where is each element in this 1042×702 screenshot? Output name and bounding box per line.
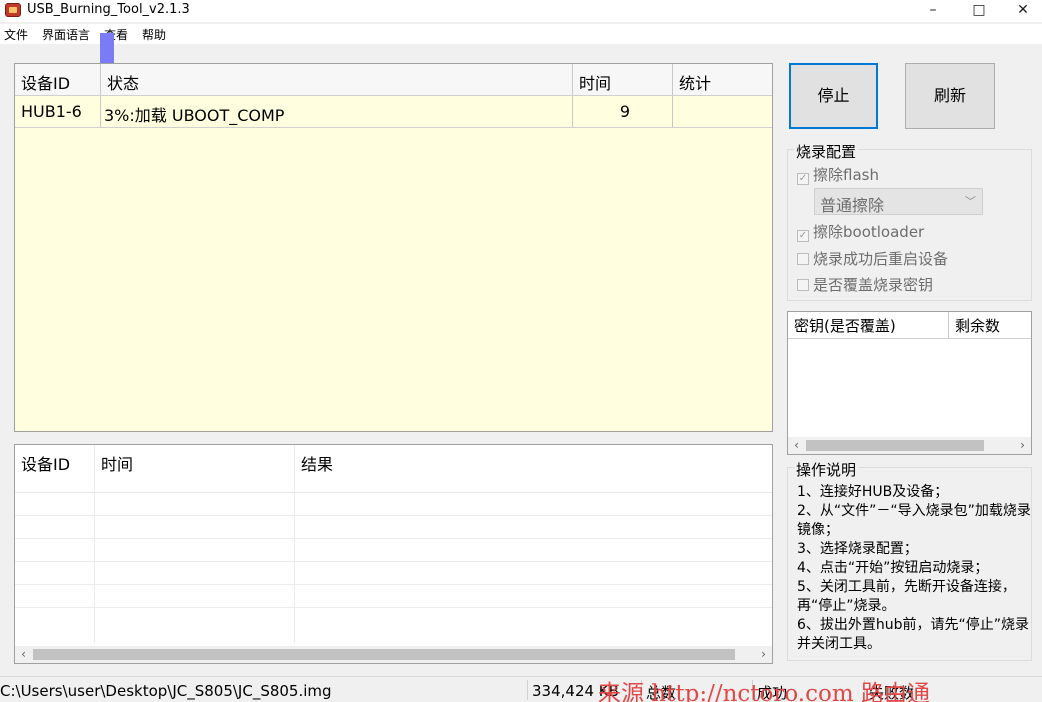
- instruction-line: 2、从“文件”－“导入烧录包”加载烧录镜像；: [797, 503, 1031, 538]
- log-row: [15, 516, 772, 539]
- log-col-device-id[interactable]: 设备ID: [15, 445, 95, 492]
- instructions-text: 1、连接好HUB及设备； 2、从“文件”－“导入烧录包”加载烧录镜像； 3、选择…: [797, 483, 1033, 654]
- checkbox-checked-icon: ✓: [797, 173, 809, 185]
- log-row: [15, 493, 772, 516]
- app-icon: [5, 3, 21, 17]
- log-row: [15, 585, 772, 608]
- minimize-button[interactable]: –: [910, 0, 956, 22]
- instructions-title: 操作说明: [794, 459, 859, 480]
- key-hscrollbar[interactable]: ‹ ›: [788, 437, 1031, 454]
- table-row[interactable]: HUB1-6 3%:加载 UBOOT_COMP 9: [15, 96, 772, 128]
- burn-config-title: 烧录配置: [794, 141, 859, 162]
- scroll-left-icon[interactable]: ‹: [15, 646, 32, 663]
- key-col-key[interactable]: 密钥(是否覆盖): [788, 312, 949, 338]
- overwrite-key-checkbox[interactable]: 是否覆盖烧录密钥: [797, 274, 933, 295]
- erase-bootloader-checkbox[interactable]: ✓ 擦除bootloader: [797, 221, 924, 242]
- instruction-line: 3、选择烧录配置；: [797, 541, 918, 557]
- progress-bar: [100, 33, 114, 63]
- log-table[interactable]: 设备ID 时间 结果 ‹ ›: [14, 444, 773, 664]
- scroll-left-icon[interactable]: ‹: [788, 437, 805, 454]
- row-device-id: HUB1-6: [15, 96, 101, 127]
- log-row: [15, 539, 772, 562]
- checkbox-empty-icon: [797, 253, 809, 265]
- chevron-down-icon: ﹀: [965, 195, 976, 208]
- status-separator: [527, 680, 528, 700]
- menu-file[interactable]: 文件: [4, 26, 28, 43]
- instruction-line: 5、关闭工具前，先断开设备连接，再“停止”烧录。: [797, 579, 1016, 614]
- reboot-after-success-checkbox[interactable]: 烧录成功后重启设备: [797, 248, 948, 269]
- row-stats: [673, 96, 772, 127]
- log-col-result[interactable]: 结果: [295, 445, 772, 492]
- log-table-header: 设备ID 时间 结果: [15, 445, 772, 493]
- row-status-text: 3%:加载 UBOOT_COMP: [104, 106, 285, 125]
- close-button[interactable]: ✕: [1000, 0, 1042, 22]
- erase-mode-select[interactable]: 普通擦除 ﹀: [814, 188, 983, 215]
- status-image-path: C:\Users\user\Desktop\JC_S805\JC_S805.im…: [0, 682, 332, 700]
- window-title: USB_Burning_Tool_v2.1.3: [27, 2, 190, 17]
- device-table-header: 设备ID 状态 时间 统计: [15, 64, 772, 96]
- menu-help[interactable]: 帮助: [142, 26, 166, 43]
- checkbox-checked-icon: ✓: [797, 230, 809, 242]
- instruction-line: 6、拔出外置hub前，请先“停止”烧录并关闭工具。: [797, 617, 1030, 652]
- scroll-right-icon[interactable]: ›: [1014, 437, 1031, 454]
- col-device-id[interactable]: 设备ID: [15, 64, 101, 95]
- log-row: [15, 608, 772, 643]
- stop-button[interactable]: 停止: [789, 63, 878, 129]
- col-stats[interactable]: 统计: [673, 64, 772, 95]
- title-bar: USB_Burning_Tool_v2.1.3 – □ ✕: [0, 0, 1042, 22]
- col-status[interactable]: 状态: [101, 64, 573, 95]
- checkbox-empty-icon: [797, 279, 809, 291]
- refresh-button[interactable]: 刷新: [905, 63, 995, 129]
- row-status: 3%:加载 UBOOT_COMP: [101, 96, 573, 127]
- scroll-thumb[interactable]: [806, 440, 984, 451]
- menu-bar: 文件 界面语言 查看 帮助: [0, 24, 1042, 44]
- instruction-line: 4、点击“开始”按钮启动烧录；: [797, 560, 989, 576]
- log-hscrollbar[interactable]: ‹ ›: [15, 646, 772, 663]
- log-col-time[interactable]: 时间: [95, 445, 295, 492]
- watermark-text: 来源 http://nctoro.com 路由通: [598, 681, 930, 702]
- menu-language[interactable]: 界面语言: [42, 26, 90, 43]
- key-table-header: 密钥(是否覆盖) 剩余数: [788, 312, 1031, 339]
- instruction-line: 1、连接好HUB及设备；: [797, 484, 949, 500]
- col-time[interactable]: 时间: [573, 64, 673, 95]
- scroll-thumb[interactable]: [33, 649, 735, 660]
- device-table[interactable]: 设备ID 状态 时间 统计 HUB1-6 3%:加载 UBOOT_COMP 9: [14, 63, 773, 432]
- erase-mode-value: 普通擦除: [820, 196, 885, 215]
- erase-flash-checkbox[interactable]: ✓ 擦除flash: [797, 164, 879, 185]
- row-time: 9: [573, 96, 673, 127]
- key-col-remaining[interactable]: 剩余数: [949, 312, 1031, 338]
- key-table[interactable]: 密钥(是否覆盖) 剩余数 ‹ ›: [787, 311, 1032, 455]
- scroll-right-icon[interactable]: ›: [755, 646, 772, 663]
- log-row: [15, 562, 772, 585]
- maximize-button[interactable]: □: [956, 0, 1002, 22]
